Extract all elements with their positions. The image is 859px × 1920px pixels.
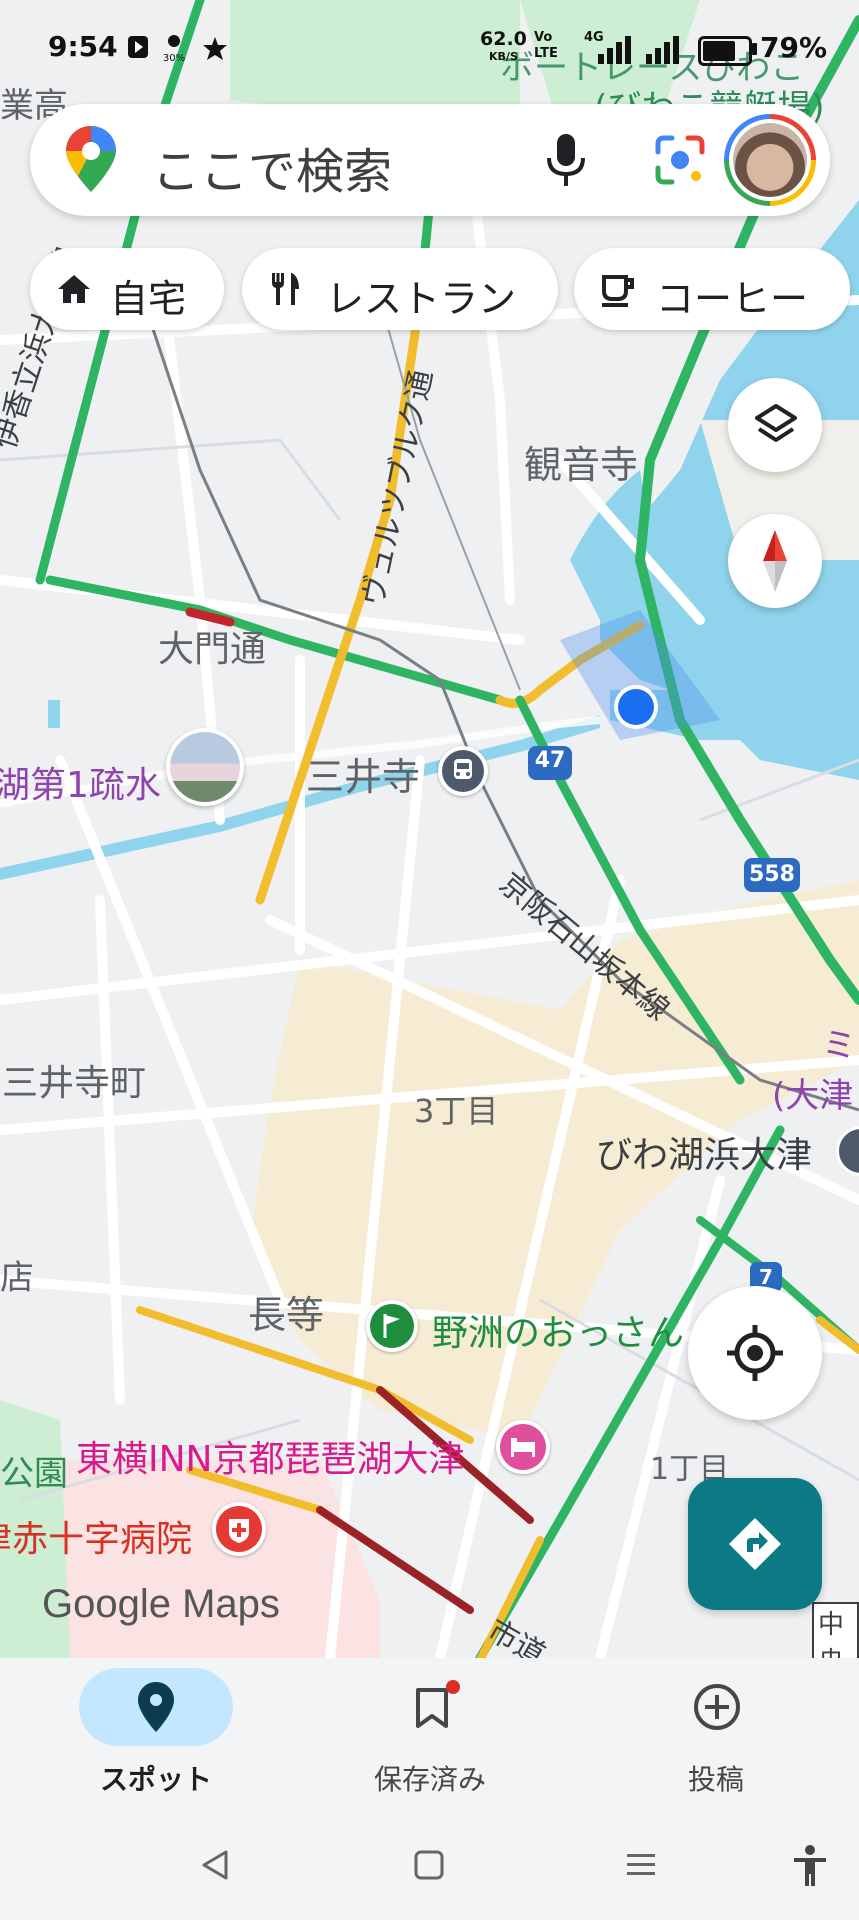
hotel-pin[interactable] [496,1420,550,1474]
label-sosui[interactable]: 琵琶湖第1疏水 [0,756,161,808]
nav-spot-label: スポット [99,1763,212,1796]
notification-badge [446,1680,460,1694]
compass-button[interactable] [728,514,822,608]
label-kannonji[interactable]: 観音寺 [524,434,638,489]
signal-icon-1 [596,34,636,68]
weather-percent: 30% [162,53,186,64]
chip-home[interactable]: 自宅 [30,248,224,330]
google-maps-pin-icon [66,126,116,196]
home-button-icon[interactable] [412,1848,446,1886]
store-pin[interactable] [366,1300,418,1352]
network-speed: 62.0 KB/S [480,30,527,66]
status-time: 9:54 [48,30,118,63]
app-notification-icon [202,36,228,67]
chip-restaurant[interactable]: レストラン [242,248,558,330]
label-daimondori[interactable]: 大門通 [158,620,266,672]
net-speed-value: 62.0 [480,28,527,50]
system-navigation-bar [0,1818,859,1920]
location-pin-icon [138,1682,174,1736]
status-bar: 9:54 30% 62.0 KB/S Vo LTE 4G 79% [0,0,859,100]
route-shield-558: 558 [749,862,795,887]
avatar-photo [733,123,807,197]
nav-saved-label: 保存済み [373,1763,486,1796]
label-otsu-partial: (大津 [772,1076,854,1116]
layers-icon [753,402,799,452]
battery-tip [752,43,757,55]
nav-spot[interactable]: スポット [42,1658,242,1818]
nav-saved[interactable]: 保存済み [330,1658,530,1818]
search-bar[interactable]: ここで検索 [30,104,830,216]
home-icon [54,269,94,313]
battery-fill [703,41,735,61]
photo-thumbnail [170,732,240,802]
label-chuo-partial: 中央 [812,1602,859,1658]
label-miiderachou[interactable]: 三井寺町 [2,1054,146,1106]
label-hospital[interactable]: 大津赤十字病院 [0,1510,192,1562]
label-mi-partial: ミ [822,1026,856,1066]
label-biwako-hamaotsu[interactable]: びわ湖浜大津 [596,1126,812,1178]
compass-icon [757,528,793,598]
back-icon[interactable] [198,1848,232,1886]
media-play-icon [128,36,148,63]
directions-icon [725,1514,785,1578]
station-icon[interactable] [438,746,488,796]
directions-button[interactable] [688,1478,822,1610]
signal-icon-2 [644,34,684,68]
nav-post[interactable]: 投稿 [616,1658,816,1818]
nav-post-label: 投稿 [687,1763,744,1796]
label-toyoko-inn[interactable]: 東横INN京都琵琶湖大津 [76,1430,464,1482]
layers-button[interactable] [728,378,822,472]
label-sanchome: 3丁目 [414,1092,499,1130]
accessibility-icon[interactable] [790,1844,830,1892]
route-shield-47: 47 [534,748,566,773]
google-maps-watermark: Google Maps [42,1582,280,1626]
microphone-icon[interactable] [542,132,590,192]
recents-icon[interactable] [624,1848,658,1886]
weather-icon: 30% [162,34,186,65]
label-miidera[interactable]: 三井寺 [306,746,420,801]
battery-percent: 79% [760,31,828,64]
search-input[interactable]: ここで検索 [152,132,392,202]
user-avatar[interactable] [724,114,816,206]
volte-label: Vo LTE [534,30,558,61]
label-yasu-store[interactable]: 野洲のおっさん [432,1304,684,1356]
restaurant-icon [266,269,306,313]
bottom-navigation: スポット 保存済み 投稿 [0,1658,859,1818]
battery-icon [698,36,752,66]
net-speed-unit: KB/S [489,50,518,63]
label-shop-partial: 店 [0,1258,34,1298]
my-location-icon [723,1321,787,1389]
add-circle-icon [692,1682,742,1736]
chip-restaurant-label: レストラン [326,277,517,321]
chip-coffee-label: コーヒー [656,277,809,321]
my-location-button[interactable] [688,1286,822,1420]
label-nagara[interactable]: 長等 [248,1284,324,1339]
chip-home-label: 自宅 [110,277,187,321]
bookmark-icon [412,1686,452,1734]
photo-pin[interactable] [166,728,244,806]
coffee-icon [598,269,638,313]
chip-coffee[interactable]: コーヒー [574,248,850,330]
google-lens-icon[interactable] [652,132,708,192]
hospital-pin[interactable] [212,1502,266,1556]
label-park: 公園 [0,1454,68,1494]
